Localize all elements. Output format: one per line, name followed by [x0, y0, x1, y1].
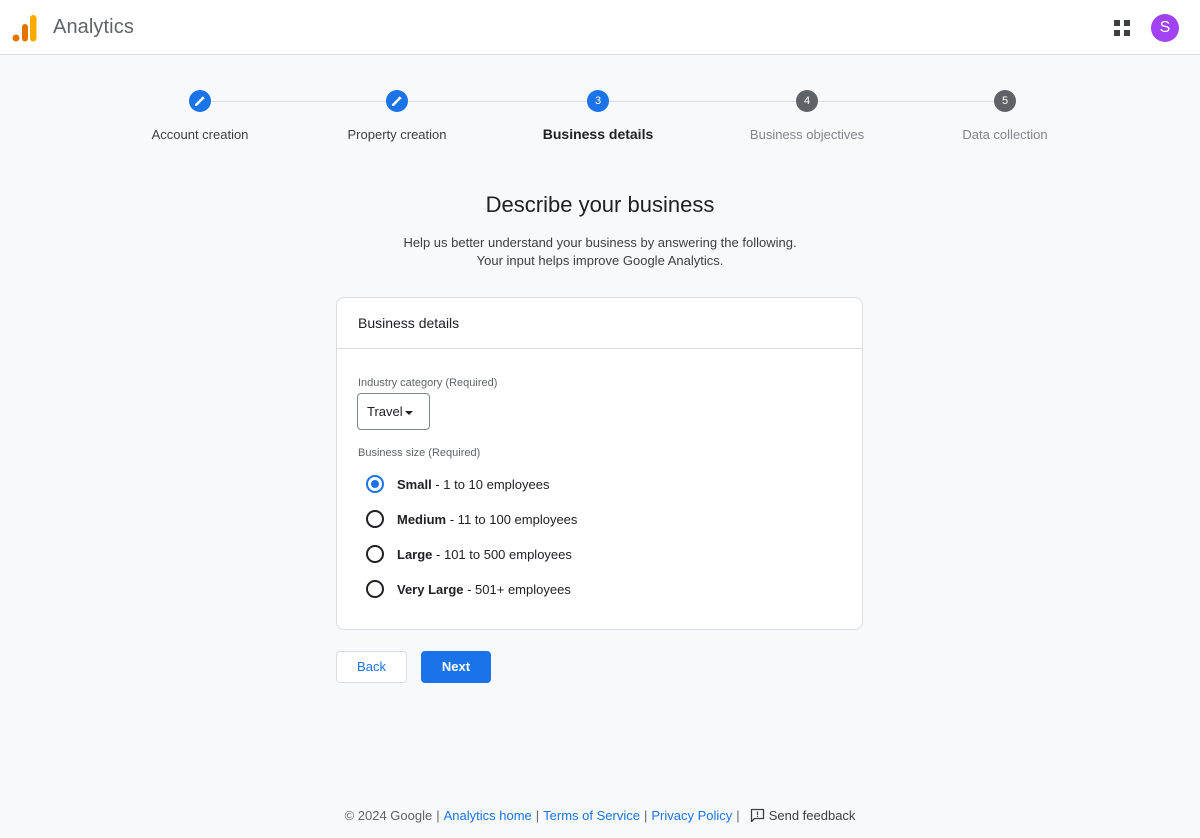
radio-button[interactable]	[366, 545, 384, 563]
card-header: Business details	[337, 298, 862, 349]
separator: |	[436, 808, 440, 823]
step-2-label: Property creation	[347, 127, 447, 142]
step-connector	[609, 101, 796, 102]
step-5-label: Data collection	[962, 127, 1048, 142]
step-1-indicator	[189, 90, 211, 112]
analytics-home-link[interactable]: Analytics home	[444, 808, 532, 823]
copyright: © 2024 Google	[344, 808, 433, 823]
step-5-indicator: 5	[994, 90, 1016, 112]
step-connector	[211, 101, 386, 102]
send-feedback-label: Send feedback	[768, 808, 856, 823]
step-connector	[818, 101, 994, 102]
radio-button[interactable]	[366, 580, 384, 598]
radio-button[interactable]	[366, 510, 384, 528]
page-title: Describe your business	[485, 192, 715, 217]
dropdown-caret-icon	[405, 411, 413, 415]
radio-button-checked[interactable]	[366, 475, 384, 493]
option-name: Very Large	[397, 582, 464, 597]
option-name: Large	[397, 547, 433, 562]
next-button[interactable]: Next	[421, 651, 491, 683]
page-subtitle-line-2: Your input helps improve Google Analytic…	[476, 253, 724, 268]
option-description: - 501+ employees	[463, 582, 571, 597]
option-description: - 1 to 10 employees	[431, 477, 550, 492]
separator: |	[535, 808, 540, 823]
pencil-icon	[195, 96, 205, 106]
top-app-bar: Analytics S	[0, 0, 1200, 55]
step-4-indicator: 4	[796, 90, 818, 112]
app-name: Analytics	[53, 16, 134, 38]
industry-category-select[interactable]: Travel	[357, 393, 430, 430]
business-size-label: Business size (Required)	[358, 447, 481, 459]
option-description: - 101 to 500 employees	[432, 547, 572, 562]
apps-grid-icon[interactable]	[1113, 19, 1131, 37]
pencil-icon	[392, 96, 402, 106]
step-2-indicator	[386, 90, 408, 112]
card-title: Business details	[358, 315, 460, 331]
business-details-card: Business details Industry category (Requ…	[336, 297, 863, 630]
option-description: - 11 to 100 employees	[446, 512, 578, 527]
analytics-logo[interactable]	[12, 14, 38, 42]
separator: |	[736, 808, 740, 823]
footer: © 2024 Google | Analytics home | Terms of Se…	[0, 808, 1200, 823]
page-subtitle-line-1: Help us better understand your business …	[403, 235, 797, 250]
industry-category-value: Travel	[367, 404, 403, 419]
feedback-icon	[750, 808, 764, 823]
privacy-policy-link[interactable]: Privacy Policy	[651, 808, 732, 823]
separator: |	[643, 808, 648, 823]
back-button[interactable]: Back	[336, 651, 407, 683]
step-3-indicator: 3	[587, 90, 609, 112]
step-1-label: Account creation	[151, 127, 249, 142]
step-3-label: Business details	[542, 126, 654, 142]
account-avatar[interactable]: S	[1151, 14, 1179, 42]
step-connector	[408, 101, 587, 102]
industry-category-label: Industry category (Required)	[358, 377, 498, 389]
terms-of-service-link[interactable]: Terms of Service	[543, 808, 640, 823]
send-feedback-button[interactable]: Send feedback	[744, 808, 856, 823]
step-4-label: Business objectives	[749, 127, 865, 142]
option-name: Small	[397, 477, 432, 492]
option-name: Medium	[397, 512, 447, 527]
